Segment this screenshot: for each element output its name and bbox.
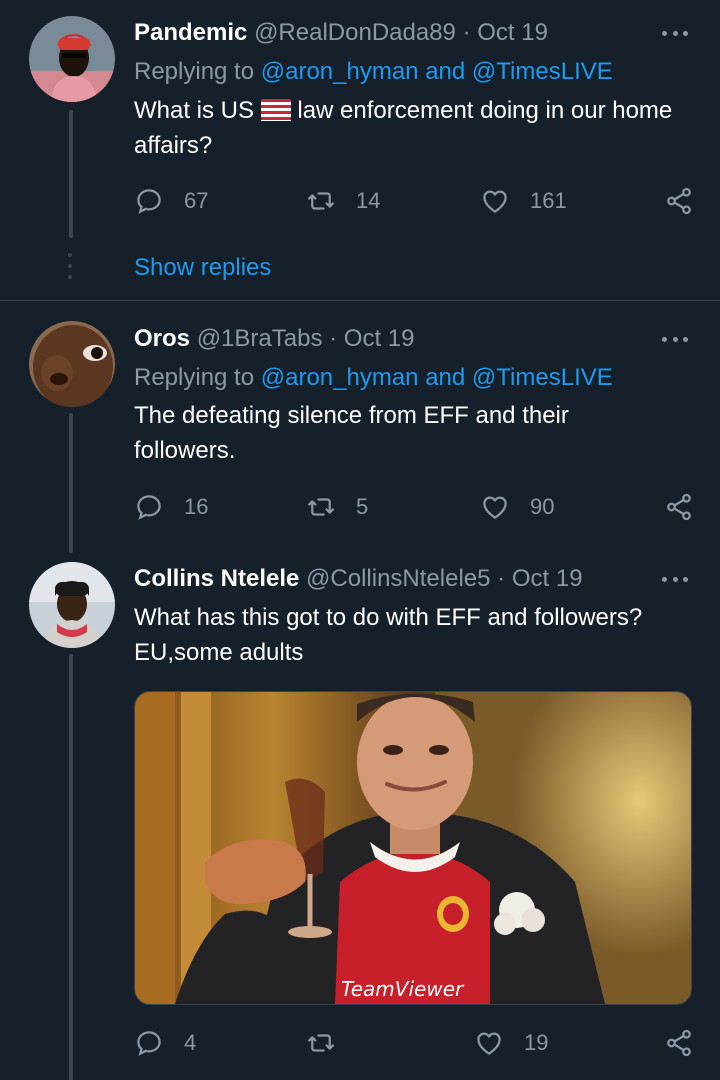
avatar[interactable] [29,16,115,102]
timestamp[interactable]: Oct 19 [344,325,415,352]
like-icon [483,496,507,519]
display-name[interactable]: Pandemic [134,19,247,46]
more-icon[interactable] [662,30,688,36]
display-name[interactable]: Oros [134,325,190,352]
show-replies-link[interactable]: Show replies [134,254,271,282]
replying-to: Replying to @aron_hyman and @TimesLIVE [134,363,613,393]
reply-count: 16 [184,494,209,519]
text-before-flag: What is US [134,97,255,124]
more-icon[interactable] [662,336,688,342]
separator: · [462,19,471,46]
thread-line [69,110,73,238]
share-icon [667,493,691,521]
retweet-icon [308,498,334,516]
tweet-header: Collins Ntelele @CollinsNtelele5 · Oct 1… [134,564,690,594]
tweet-pandemic[interactable]: Pandemic @RealDonDada89 · Oct 19 Replyin… [0,0,720,300]
retweet-button[interactable]: 14 [306,185,380,217]
tweet-header: Oros @1BraTabs · Oct 19 [134,324,690,354]
like-button[interactable]: 19 [474,1027,548,1059]
retweet-icon [308,1034,334,1052]
tweet-actions: 4 19 [134,1027,694,1059]
reply-icon [137,495,161,520]
handle[interactable]: @CollinsNtelele5 [306,565,490,592]
us-flag-emoji: 🇺🇸 [260,99,291,121]
separator: · [329,325,338,352]
replying-prefix: Replying to [134,58,255,85]
share-icon [667,187,691,215]
avatar[interactable] [29,321,115,407]
tweet-media-image[interactable]: TeamViewer [134,691,692,1005]
share-icon [667,1029,691,1057]
like-count: 19 [524,1030,549,1055]
reply-button[interactable]: 67 [134,185,208,217]
timestamp[interactable]: Oct 19 [512,565,583,592]
reply-thread: Pandemic @RealDonDada89 · Oct 19 Replyin… [0,0,720,1080]
retweet-button[interactable] [306,1027,356,1059]
reply-button[interactable]: 4 [134,1027,196,1059]
thread-line [69,413,73,553]
like-count: 90 [530,494,555,519]
mention-link[interactable]: @TimesLIVE [472,58,613,85]
share-button[interactable] [664,1027,694,1059]
reply-count: 67 [184,188,209,213]
avatar[interactable] [29,562,115,648]
like-button[interactable]: 161 [480,185,567,217]
handle[interactable]: @1BraTabs [197,325,323,352]
display-name[interactable]: Collins Ntelele [134,565,299,592]
mention-link[interactable]: @aron_hyman [261,364,419,391]
tweet-text-line: EU,some adults [134,639,304,666]
handle[interactable]: @RealDonDada89 [254,19,456,46]
tweet-actions: 67 14 161 [134,185,694,217]
mention-link[interactable]: @aron_hyman [261,58,419,85]
like-count: 161 [530,188,567,213]
tweet-text: The defeating silence from EFF and their… [134,402,569,464]
share-button[interactable] [664,185,694,217]
reply-icon [137,189,161,214]
share-button[interactable] [664,491,694,523]
replying-and: and [425,364,466,391]
reply-icon [137,1031,161,1056]
tweet-oros[interactable]: Oros @1BraTabs · Oct 19 Replying to @aro… [0,301,720,553]
replying-to: Replying to @aron_hyman and @TimesLIVE [134,57,613,87]
more-icon[interactable] [662,576,688,582]
tweet-text: What has this got to do with EFF and fol… [134,600,704,670]
like-button[interactable]: 90 [480,491,554,523]
tweet-text-line: What has this got to do with EFF and fol… [134,604,643,631]
mention-link[interactable]: @TimesLIVE [472,364,613,391]
thread-dots [68,253,73,286]
media-caption: TeamViewer [341,977,465,1001]
separator: · [497,565,506,592]
reply-count: 4 [184,1030,197,1055]
retweet-icon [308,192,334,210]
reply-button[interactable]: 16 [134,491,208,523]
retweet-button[interactable]: 5 [306,491,368,523]
replying-and: and [425,58,466,85]
tweet-header: Pandemic @RealDonDada89 · Oct 19 [134,18,690,48]
timestamp[interactable]: Oct 19 [477,19,548,46]
like-icon [483,190,507,213]
tweet-text: What is US 🇺🇸 law enforcement doing in o… [134,93,694,163]
like-icon [477,1032,501,1055]
tweet-actions: 16 5 90 [134,491,694,523]
retweet-count: 5 [356,494,369,519]
thread-line [69,654,73,1080]
replying-prefix: Replying to [134,364,255,391]
retweet-count: 14 [356,188,381,213]
